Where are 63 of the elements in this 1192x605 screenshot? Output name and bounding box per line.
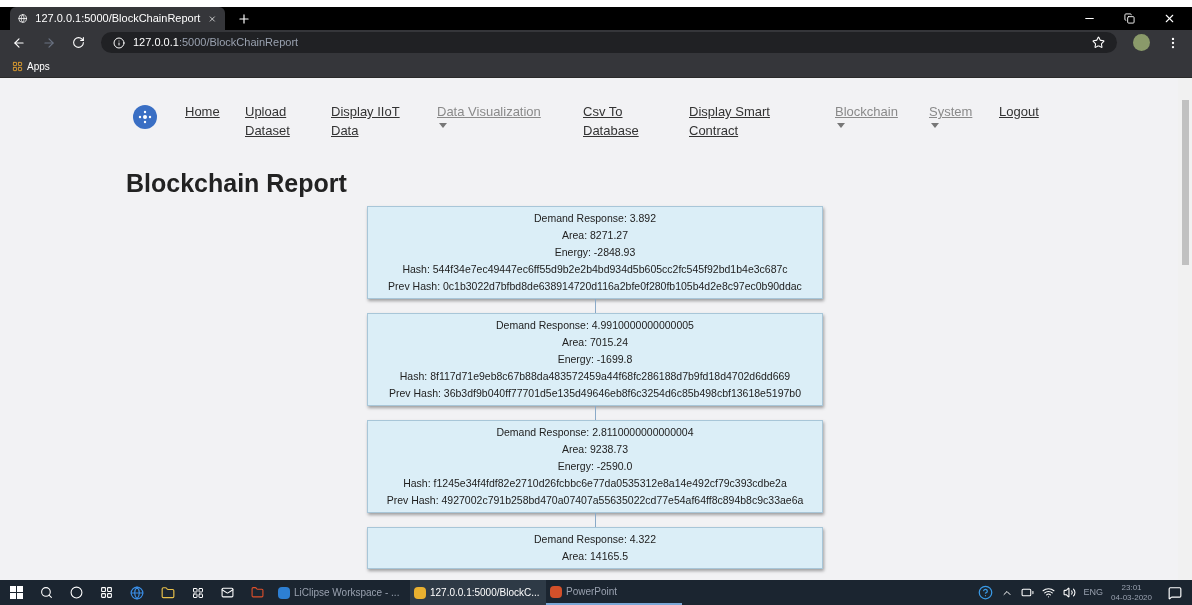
nav-link[interactable]: Csv To Database [583, 102, 663, 140]
block-field: Area: 14165.5 [562, 548, 628, 565]
block-field: Prev Hash: 0c1b3022d7bfbd8de638914720d116a2bfe0f280fb105b4d2e8c97ec0b90ddac [388, 278, 802, 295]
block-field: Area: 8271.27 [562, 227, 628, 244]
notifications-icon[interactable] [1168, 585, 1182, 600]
back-icon[interactable] [12, 35, 26, 50]
caret-icon [837, 123, 845, 128]
block-field: Hash: 8f117d71e9eb8c67b88da483572459a44f68fc286188d7b9fd18d4702d6dd669 [399, 368, 791, 385]
nav-link[interactable]: Display IIoT Data [331, 102, 411, 140]
info-icon [113, 36, 125, 49]
nav-link[interactable]: Display Smart Contract [689, 102, 809, 140]
mail-icon[interactable] [221, 586, 234, 599]
block-field: Area: 9238.73 [562, 441, 628, 458]
app-icon [550, 585, 562, 598]
scrollbar-thumb[interactable] [1181, 100, 1189, 265]
app-icon [278, 586, 290, 599]
search-icon[interactable] [40, 586, 53, 599]
taskbar-app[interactable]: 127.0.0.1:5000/BlockC... [410, 580, 546, 605]
taskbar-app[interactable]: LiClipse Workspace - ... [274, 580, 410, 605]
folder-icon[interactable] [161, 585, 175, 600]
logo-icon[interactable] [133, 105, 157, 129]
block-field: Energy: -1699.8 [557, 351, 633, 368]
nav-link[interactable]: Home [185, 102, 219, 121]
language-indicator[interactable]: ENG [1083, 585, 1104, 600]
reload-icon[interactable] [72, 36, 85, 49]
task-view-icon[interactable] [100, 586, 113, 599]
address-bar[interactable]: 127.0.0.1:5000/BlockChainReport [101, 32, 1117, 53]
block-field: Area: 7015.24 [562, 334, 628, 351]
app-icon [414, 586, 426, 599]
grid-icon [12, 60, 23, 72]
block-field: Prev Hash: 4927002c791b258bd470a07407a55635022cd77e54af64ff8c894b8c9c33ae6a [386, 492, 804, 509]
page-title: Blockchain Report [126, 168, 348, 198]
clock-date: 04-03-2020 [1111, 592, 1152, 603]
block-field: Prev Hash: 36b3df9b040ff77701d5e135d49646eb8f6c3254d6c85b498cbf13618e5197b0 [389, 385, 801, 402]
block-field: Demand Response: 4.9910000000000005 [496, 317, 694, 334]
new-tab-icon[interactable] [237, 11, 251, 26]
restore-icon[interactable] [1124, 13, 1135, 24]
profile-avatar[interactable] [1133, 34, 1150, 51]
nav-link[interactable]: Logout [999, 102, 1049, 121]
block-field: Demand Response: 3.892 [534, 210, 656, 227]
block-field: Hash: 544f34e7ec49447ec6ff55d9b2e2b4bd934d5b605cc2fc545f92bd1b4e3c687c [402, 261, 788, 278]
battery-icon[interactable] [1020, 586, 1034, 599]
network-icon[interactable] [1041, 586, 1055, 599]
clock-time: 23:01 [1121, 582, 1142, 593]
block-field: Demand Response: 4.322 [534, 531, 656, 548]
bookmark-item[interactable]: Apps [12, 58, 50, 74]
block-field: Demand Response: 2.8110000000000004 [496, 424, 694, 441]
block-field: Hash: f1245e34f4fdf82e2710d26fcbbc6e77da0535312e8a14e492cf79c393cdbe2a [403, 475, 787, 492]
caret-icon [439, 123, 447, 128]
volume-icon[interactable] [1062, 586, 1076, 599]
star-icon[interactable] [1092, 36, 1105, 49]
windows-start-icon[interactable] [10, 586, 23, 599]
help-icon[interactable] [977, 585, 993, 600]
caret-icon [931, 123, 939, 128]
browser-tab[interactable]: 127.0.0.1:5000/BlockChainReport [10, 7, 225, 30]
browser-icon[interactable] [130, 585, 144, 600]
close-icon[interactable] [1163, 12, 1176, 25]
taskbar-app[interactable]: PowerPoint [546, 580, 682, 605]
nav-link[interactable]: Upload Dataset [245, 102, 305, 140]
forward-icon[interactable] [42, 35, 56, 50]
block-field: Energy: -2848.93 [554, 244, 636, 261]
block-field: Energy: -2590.0 [557, 458, 633, 475]
globe-icon [18, 12, 28, 25]
